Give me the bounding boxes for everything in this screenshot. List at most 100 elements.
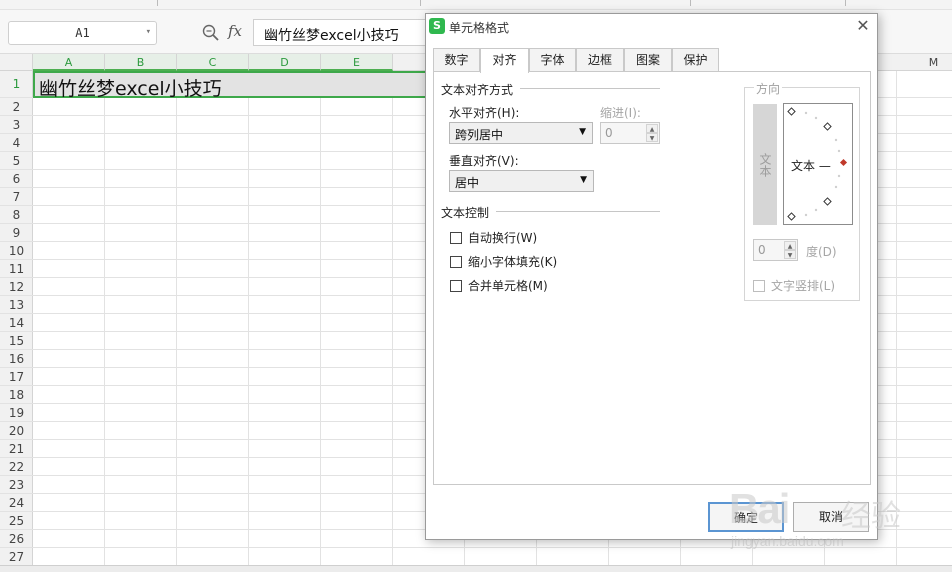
horizontal-align-label: 水平对齐(H):: [449, 106, 520, 120]
dropdown-arrow-icon: ▼: [579, 127, 586, 137]
top-toolbar-strip: [0, 0, 952, 10]
tab-font[interactable]: 字体: [529, 48, 576, 72]
orientation-label: 方向: [754, 80, 783, 97]
grid-column-line: [896, 71, 897, 565]
row-header-5[interactable]: 5: [0, 152, 33, 170]
spin-up-icon[interactable]: ▲: [646, 124, 658, 133]
orientation-dial[interactable]: 文本 —: [783, 103, 853, 225]
row-header-26[interactable]: 26: [0, 530, 33, 548]
horizontal-align-select[interactable]: 跨列居中 ▼: [449, 122, 593, 144]
indent-spinner[interactable]: 0 ▲ ▼: [600, 122, 660, 144]
dialog-title: 单元格格式: [449, 21, 510, 35]
row-header-9[interactable]: 9: [0, 224, 33, 242]
row-header-10[interactable]: 10: [0, 242, 33, 260]
row-header-18[interactable]: 18: [0, 386, 33, 404]
checkbox-box[interactable]: [450, 231, 462, 244]
checkbox-box[interactable]: [450, 279, 462, 292]
checkbox-box[interactable]: [450, 255, 462, 268]
row-header-column: 1 2 3 4 5 6 7 8 9 10 11 12 13 14 15 16 17 18 19 20 21 22 23 24 2…: [0, 71, 33, 572]
column-header-a[interactable]: A: [33, 54, 105, 71]
format-cells-dialog: S 单元格格式 ✕ 数字 对齐 字体 边框 图案 保护 文本对齐方式 水平对齐(…: [425, 13, 878, 540]
vertical-text-button[interactable]: 文本: [753, 104, 777, 225]
divider: [520, 88, 660, 89]
row-header-4[interactable]: 4: [0, 134, 33, 152]
wrap-text-label: 自动换行(W): [468, 231, 538, 245]
text-alignment-heading: 文本对齐方式: [441, 83, 514, 97]
row-header-22[interactable]: 22: [0, 458, 33, 476]
cell-a1-text: 幽竹丝梦excel小技巧: [39, 78, 222, 100]
row-header-25[interactable]: 25: [0, 512, 33, 530]
select-all-corner[interactable]: [0, 54, 33, 71]
degrees-spinner[interactable]: 0 ▲ ▼: [753, 239, 798, 261]
checkbox-box[interactable]: [753, 279, 765, 292]
row-header-23[interactable]: 23: [0, 476, 33, 494]
shrink-to-fit-label: 缩小字体填充(K): [468, 255, 558, 269]
grid-column-line: [392, 71, 393, 565]
cancel-button[interactable]: 取消: [793, 502, 869, 532]
row-header-1[interactable]: 1: [0, 71, 33, 98]
row-header-14[interactable]: 14: [0, 314, 33, 332]
wps-app-icon: S: [429, 18, 445, 34]
zoom-icon[interactable]: [201, 23, 221, 43]
spin-down-icon[interactable]: ▼: [646, 133, 658, 142]
row-header-24[interactable]: 24: [0, 494, 33, 512]
row-header-19[interactable]: 19: [0, 404, 33, 422]
close-button[interactable]: ✕: [852, 16, 874, 36]
ok-button[interactable]: 确定: [708, 502, 784, 532]
vertical-align-select[interactable]: 居中 ▼: [449, 170, 594, 192]
indent-value: 0: [605, 126, 613, 140]
row-header-20[interactable]: 20: [0, 422, 33, 440]
vertical-arrangement-checkbox[interactable]: 文字竖排(L): [753, 277, 835, 294]
formula-input[interactable]: 幽竹丝梦excel小技巧: [253, 19, 433, 46]
toolbar-divider: [420, 0, 421, 6]
dropdown-arrow-icon: ▼: [580, 175, 587, 185]
row-header-15[interactable]: 15: [0, 332, 33, 350]
row-header-17[interactable]: 17: [0, 368, 33, 386]
dial-text: 文本 —: [791, 159, 831, 173]
vertical-arrangement-label: 文字竖排(L): [771, 279, 836, 293]
fx-icon[interactable]: fx: [228, 22, 242, 40]
wrap-text-checkbox[interactable]: 自动换行(W): [450, 229, 537, 246]
row-header-21[interactable]: 21: [0, 440, 33, 458]
row-header-2[interactable]: 2: [0, 98, 33, 116]
grid-column-line: [104, 71, 105, 565]
chevron-down-icon[interactable]: ▾: [146, 27, 151, 37]
toolbar-divider: [845, 0, 846, 6]
column-header-m[interactable]: M: [898, 54, 952, 71]
tab-border[interactable]: 边框: [576, 48, 624, 72]
selected-range-a1[interactable]: 幽竹丝梦excel小技巧: [33, 71, 433, 100]
row-header-12[interactable]: 12: [0, 278, 33, 296]
row-header-3[interactable]: 3: [0, 116, 33, 134]
shrink-to-fit-checkbox[interactable]: 缩小字体填充(K): [450, 253, 557, 270]
spin-down-icon[interactable]: ▼: [784, 250, 796, 259]
vertical-align-label: 垂直对齐(V):: [449, 154, 519, 168]
tab-protection[interactable]: 保护: [672, 48, 719, 72]
row-header-8[interactable]: 8: [0, 206, 33, 224]
indent-label: 缩进(I):: [600, 106, 641, 120]
row-header-27[interactable]: 27: [0, 548, 33, 566]
divider: [496, 211, 660, 212]
grid-column-line: [248, 71, 249, 565]
merge-cells-checkbox[interactable]: 合并单元格(M): [450, 277, 548, 294]
row-header-7[interactable]: 7: [0, 188, 33, 206]
tab-pattern[interactable]: 图案: [624, 48, 672, 72]
name-box[interactable]: A1 ▾: [8, 21, 157, 45]
row-header-11[interactable]: 11: [0, 260, 33, 278]
name-box-value: A1: [75, 26, 90, 40]
grid-column-line: [320, 71, 321, 565]
dialog-titlebar[interactable]: S 单元格格式 ✕: [426, 14, 877, 39]
row-header-6[interactable]: 6: [0, 170, 33, 188]
column-header-c[interactable]: C: [177, 54, 249, 71]
column-header-b[interactable]: B: [105, 54, 177, 71]
row-header-13[interactable]: 13: [0, 296, 33, 314]
column-header-e[interactable]: E: [321, 54, 393, 71]
spin-up-icon[interactable]: ▲: [784, 241, 796, 250]
tab-number[interactable]: 数字: [433, 48, 480, 72]
row-header-16[interactable]: 16: [0, 350, 33, 368]
column-header-d[interactable]: D: [249, 54, 321, 71]
degrees-value: 0: [758, 243, 766, 257]
tab-alignment[interactable]: 对齐: [480, 48, 529, 73]
grid-column-line: [176, 71, 177, 565]
text-control-heading: 文本控制: [441, 206, 490, 220]
sheet-tab-bar[interactable]: [0, 565, 952, 572]
